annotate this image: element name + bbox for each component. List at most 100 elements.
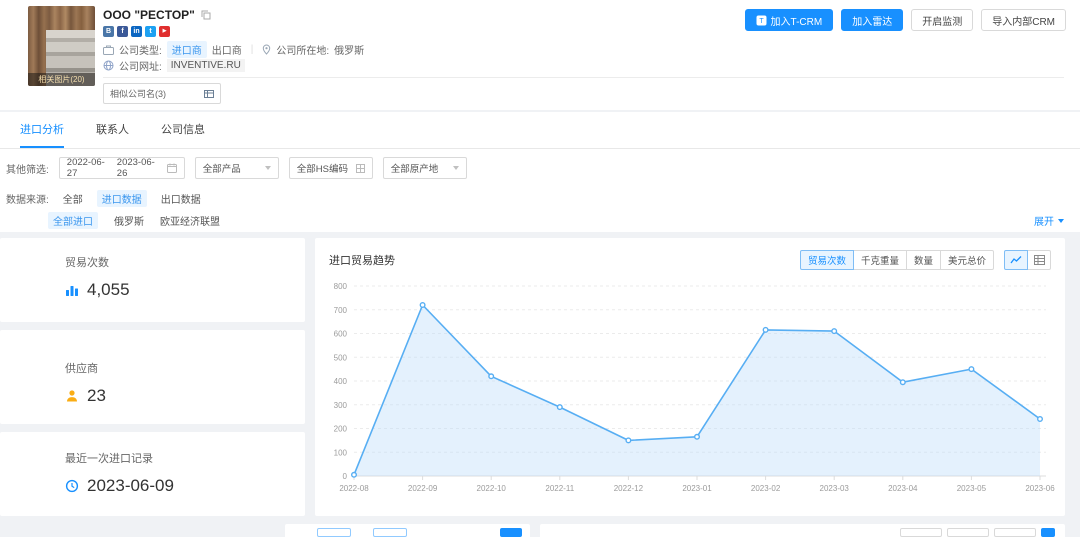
tabs-bar: 进口分析 联系人 公司信息	[0, 112, 1080, 149]
svg-text:500: 500	[334, 353, 348, 362]
import-internal-crm-button[interactable]: 导入内部CRM	[981, 9, 1066, 31]
toggle-stub	[900, 528, 942, 537]
company-location-value: 俄罗斯	[334, 42, 364, 57]
last-import-value: 2023-06-09	[87, 476, 174, 496]
grid-icon	[356, 164, 365, 173]
partial-card-left	[285, 524, 530, 537]
divider: |	[251, 44, 254, 55]
company-website-row: 公司网址: INVENTIVE.RU	[103, 58, 245, 73]
tcrm-logo-icon: T	[756, 15, 767, 26]
data-source-sub-row: 全部进口 俄罗斯 欧亚经济联盟	[48, 212, 220, 229]
trade-count-value: 4,055	[87, 280, 130, 300]
svg-text:2022-12: 2022-12	[614, 484, 644, 493]
toggle-stub	[994, 528, 1036, 537]
origin-select-value: 全部原产地	[391, 161, 439, 175]
svg-text:0: 0	[343, 472, 348, 481]
trade-count-card: 贸易次数 4,055	[0, 238, 305, 322]
filter-row: 其他筛选: 2022-06-27 2023-06-26 全部产品 全部HS编码 …	[6, 157, 467, 179]
chart-title: 进口贸易趋势	[329, 252, 395, 268]
chevron-down-icon	[1058, 219, 1064, 223]
vk-icon[interactable]: B	[103, 26, 114, 37]
start-monitor-button[interactable]: 开启监测	[911, 9, 973, 31]
start-monitor-label: 开启监测	[922, 13, 962, 28]
import-trend-card: 进口贸易趋势 贸易次数 千克重量 数量 美元总价 010020	[315, 238, 1065, 516]
date-start: 2022-06-27	[67, 157, 111, 179]
date-range-picker[interactable]: 2022-06-27 2023-06-26	[59, 157, 185, 179]
toggle-stub	[1041, 528, 1055, 537]
company-website-link[interactable]: INVENTIVE.RU	[167, 59, 245, 72]
suppliers-value: 23	[87, 386, 106, 406]
exporter-label: 出口商	[212, 42, 242, 57]
sub-option-russia[interactable]: 俄罗斯	[114, 213, 144, 228]
svg-text:2022-10: 2022-10	[477, 484, 507, 493]
company-type-row: 公司类型: 进口商 出口商 | 公司所在地: 俄罗斯	[103, 41, 364, 58]
linkedin-icon[interactable]: in	[131, 26, 142, 37]
join-tcrm-label: 加入T-CRM	[771, 13, 823, 28]
youtube-icon[interactable]: ▶	[159, 26, 170, 37]
view-toggle-group	[1004, 250, 1051, 270]
expand-label: 展开	[1034, 213, 1054, 228]
join-radar-button[interactable]: 加入雷达	[841, 9, 903, 31]
similar-companies-label: 相似公司名(3)	[110, 87, 166, 100]
chart-header: 进口贸易趋势 贸易次数 千克重量 数量 美元总价	[315, 238, 1065, 272]
chevron-down-icon	[453, 166, 459, 170]
svg-text:600: 600	[334, 330, 348, 339]
copy-icon[interactable]	[201, 10, 211, 20]
expand-link[interactable]: 展开	[1034, 213, 1064, 228]
analysis-section-header: 进口分析 联系人 公司信息 其他筛选: 2022-06-27 2023-06-2…	[0, 112, 1080, 232]
related-images-caption[interactable]: 相关图片(20)	[28, 73, 95, 86]
svg-text:300: 300	[334, 401, 348, 410]
company-trade-page: 相关图片(20) OOO "PECTOP" B f in t ▶ 公司类型: 进…	[0, 0, 1080, 537]
metric-toggle-kg-weight[interactable]: 千克重量	[853, 250, 907, 270]
table-icon[interactable]	[1027, 250, 1051, 270]
last-import-label: 最近一次进口记录	[65, 450, 305, 466]
join-tcrm-button[interactable]: T 加入T-CRM	[745, 9, 834, 31]
supplier-icon	[65, 389, 79, 403]
metric-toggle-trade-count[interactable]: 贸易次数	[800, 250, 854, 270]
metric-toggle-usd-total[interactable]: 美元总价	[940, 250, 994, 270]
suppliers-card: 供应商 23	[0, 330, 305, 424]
trade-count-label: 贸易次数	[65, 254, 305, 270]
line-chart-icon[interactable]	[1004, 250, 1028, 270]
source-option-import[interactable]: 进口数据	[97, 190, 147, 207]
data-source-row: 数据来源: 全部 进口数据 出口数据	[6, 190, 201, 207]
svg-text:2023-04: 2023-04	[888, 484, 918, 493]
header-divider	[103, 77, 1064, 78]
product-select[interactable]: 全部产品	[195, 157, 279, 179]
date-end: 2023-06-26	[117, 157, 161, 179]
partial-card-right	[540, 524, 1065, 537]
twitter-icon[interactable]: t	[145, 26, 156, 37]
company-photo[interactable]: 相关图片(20)	[28, 6, 95, 86]
hs-code-select-value: 全部HS编码	[297, 161, 348, 175]
tab-company-info[interactable]: 公司信息	[161, 121, 205, 148]
import-trend-chart[interactable]: 01002003004005006007008002022-082022-092…	[318, 276, 1058, 498]
social-links: B f in t ▶	[103, 26, 170, 37]
globe-icon	[103, 60, 114, 71]
svg-text:400: 400	[334, 377, 348, 386]
svg-text:2023-05: 2023-05	[957, 484, 987, 493]
company-website-label: 公司网址:	[119, 58, 162, 73]
tab-contacts[interactable]: 联系人	[96, 121, 129, 148]
company-name: OOO "PECTOP"	[103, 8, 195, 22]
origin-select[interactable]: 全部原产地	[383, 157, 467, 179]
svg-text:2023-03: 2023-03	[820, 484, 850, 493]
tab-import-analysis[interactable]: 进口分析	[20, 121, 64, 148]
location-pin-icon	[262, 44, 271, 55]
toggle-stub	[373, 528, 407, 537]
source-option-export[interactable]: 出口数据	[161, 191, 201, 206]
svg-text:100: 100	[334, 448, 348, 457]
hs-code-select[interactable]: 全部HS编码	[289, 157, 373, 179]
sub-option-eaeu[interactable]: 欧亚经济联盟	[160, 213, 220, 228]
bar-chart-icon	[65, 283, 79, 297]
metric-toggle-quantity[interactable]: 数量	[906, 250, 941, 270]
last-import-card: 最近一次进口记录 2023-06-09	[0, 432, 305, 516]
company-header: 相关图片(20) OOO "PECTOP" B f in t ▶ 公司类型: 进…	[0, 0, 1080, 110]
sub-option-all-import[interactable]: 全部进口	[48, 212, 98, 229]
company-location-label: 公司所在地:	[276, 42, 329, 57]
svg-text:2023-01: 2023-01	[682, 484, 712, 493]
source-option-all[interactable]: 全部	[63, 191, 83, 206]
similar-companies-dropdown[interactable]: 相似公司名(3)	[103, 83, 221, 104]
svg-text:2022-08: 2022-08	[339, 484, 369, 493]
toggle-stub	[947, 528, 989, 537]
facebook-icon[interactable]: f	[117, 26, 128, 37]
